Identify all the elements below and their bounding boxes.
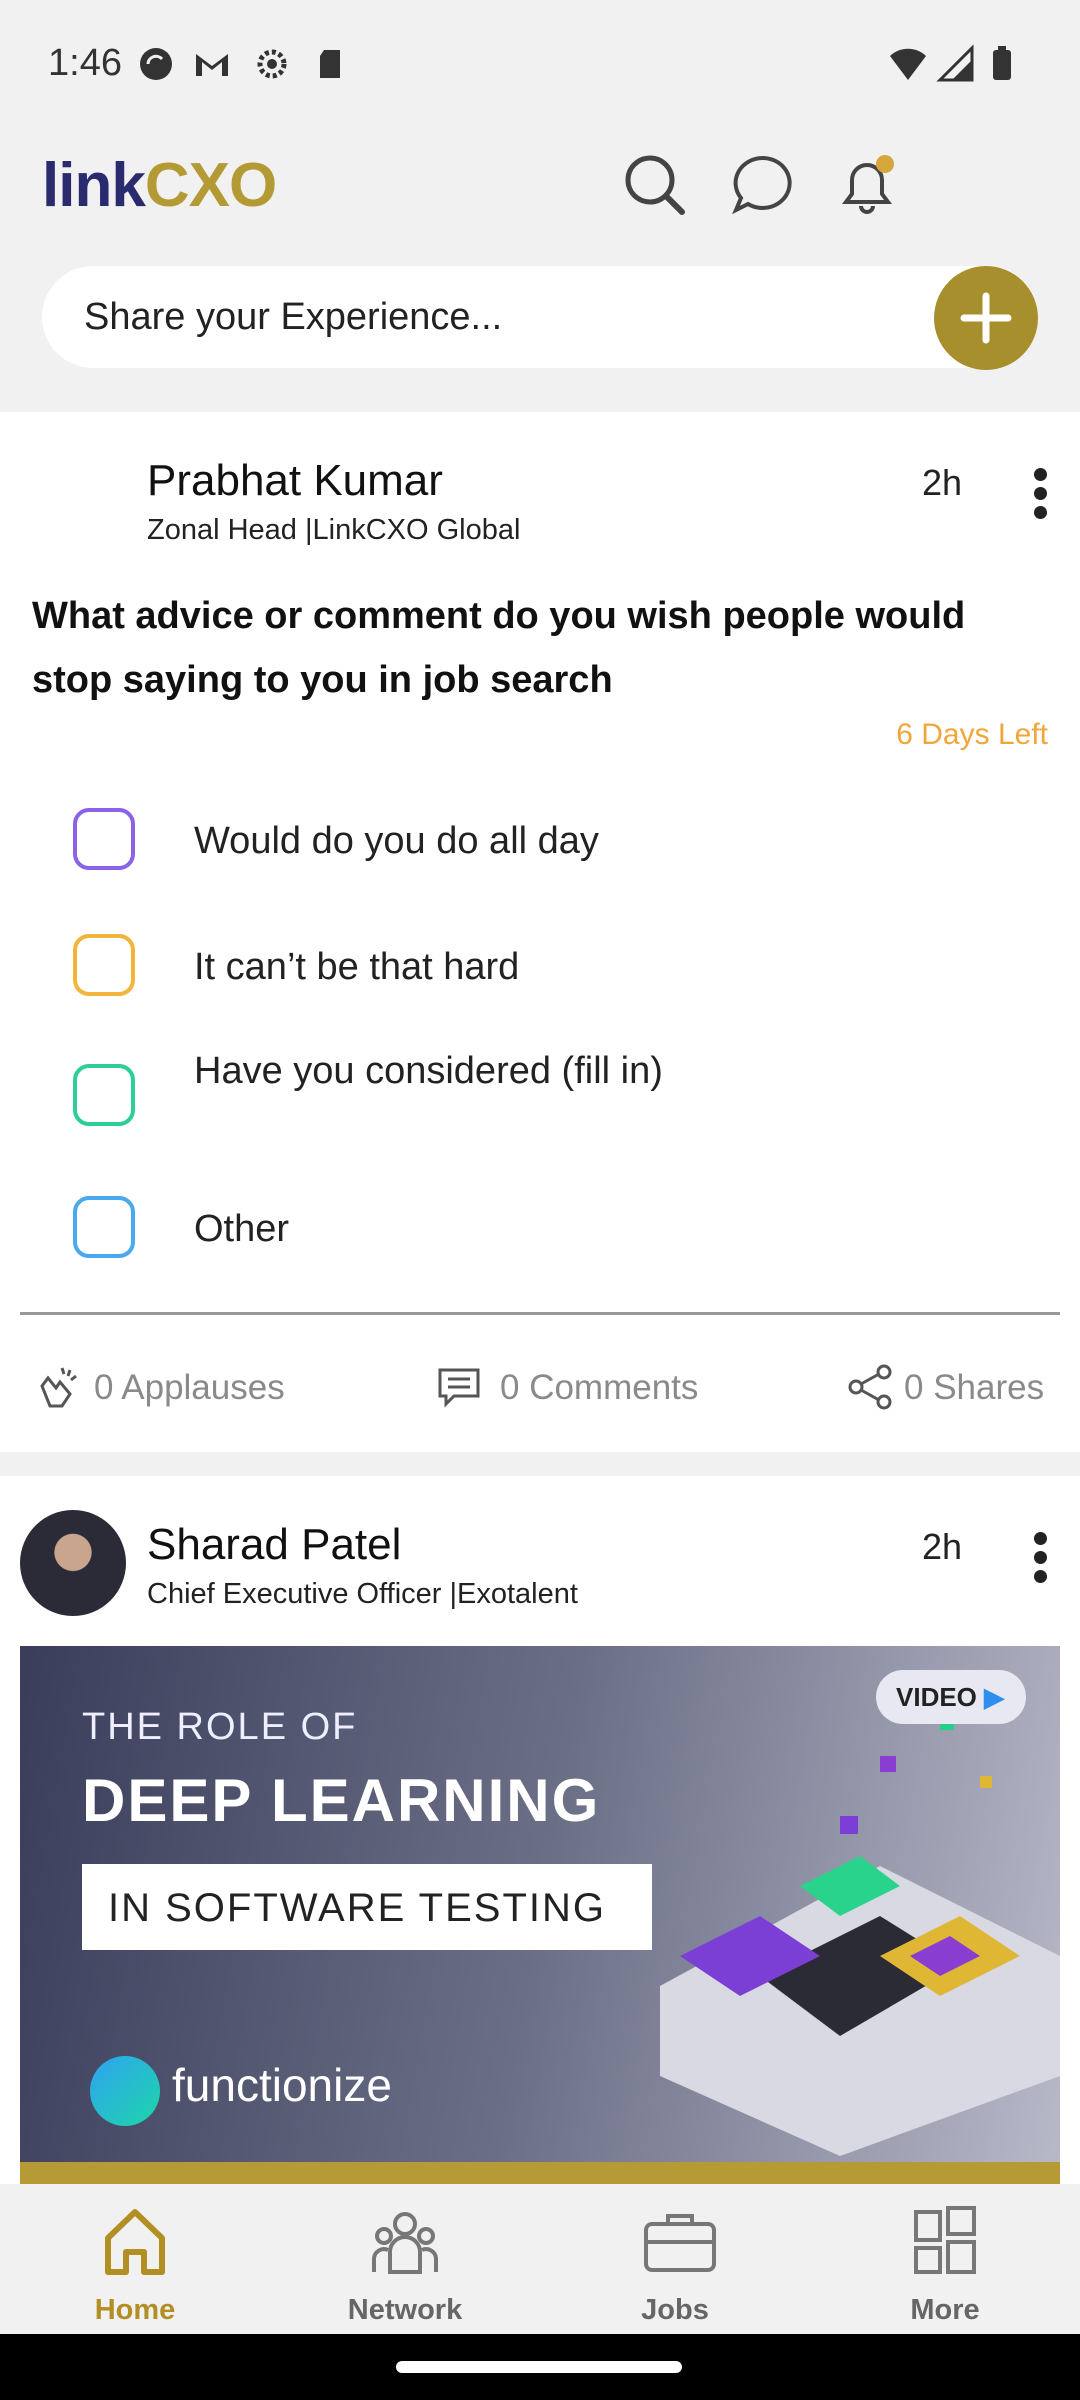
status-time: 1:46 xyxy=(48,42,122,84)
chat-icon[interactable] xyxy=(728,150,798,220)
divider xyxy=(20,1312,1060,1315)
banner-brand: functionize xyxy=(172,2059,392,2111)
post-time: 2h xyxy=(921,1526,962,1567)
applause-count[interactable]: 0 Applauses xyxy=(94,1368,285,1408)
share-icon[interactable] xyxy=(846,1362,896,1412)
poll-option-checkbox[interactable] xyxy=(73,808,135,870)
network-icon xyxy=(372,2212,438,2274)
banner-line-3-box: IN SOFTWARE TESTING xyxy=(82,1864,652,1950)
logo-text-cxo: CXO xyxy=(144,151,277,220)
poll-option-label[interactable]: Have you considered (fill in) xyxy=(194,1050,663,1093)
share-experience-placeholder: Share your Experience... xyxy=(84,296,503,338)
applause-icon[interactable] xyxy=(32,1362,82,1412)
comment-icon[interactable] xyxy=(434,1362,484,1412)
grid-icon xyxy=(914,2206,976,2274)
banner-art xyxy=(660,1696,1060,2156)
play-icon: ▶ xyxy=(984,1682,1005,1712)
comment-count[interactable]: 0 Comments xyxy=(500,1368,698,1408)
plus-icon xyxy=(960,292,1012,344)
poll-option-label[interactable]: Would do you do all day xyxy=(194,820,599,863)
search-icon[interactable] xyxy=(620,150,690,220)
functionize-logo-icon xyxy=(90,2056,160,2126)
notification-bell-icon[interactable] xyxy=(832,150,902,220)
briefcase-icon xyxy=(644,2214,716,2272)
poll-option-label[interactable]: Other xyxy=(194,1208,289,1251)
video-badge-label: VIDEO xyxy=(896,1682,977,1712)
nav-home-label: Home xyxy=(94,2294,176,2326)
banner-line-2: DEEP LEARNING xyxy=(82,1767,601,1834)
post-time: 2h xyxy=(921,462,962,503)
status-bar: 1:46 xyxy=(0,0,1080,130)
poll-days-left: 6 Days Left xyxy=(896,718,1048,751)
settings-icon xyxy=(257,49,287,79)
more-options-icon[interactable] xyxy=(1030,464,1050,524)
share-experience-bar[interactable]: Share your Experience... xyxy=(42,266,1038,370)
post-author-title: Chief Executive Officer |Exotalent xyxy=(147,1578,578,1610)
battery-icon xyxy=(993,46,1011,80)
nav-home[interactable]: Home xyxy=(0,2184,270,2334)
wifi-icon xyxy=(890,48,926,80)
sync-icon xyxy=(140,48,172,80)
signal-icon xyxy=(936,44,974,82)
home-icon xyxy=(105,2209,165,2275)
home-gesture-handle[interactable] xyxy=(396,2361,682,2373)
video-post-card: Sharad Patel Chief Executive Officer |Ex… xyxy=(0,1476,1080,2186)
nav-jobs[interactable]: Jobs xyxy=(540,2184,810,2334)
nav-jobs-label: Jobs xyxy=(641,2294,709,2326)
post-media-banner[interactable]: THE ROLE OF DEEP LEARNING IN SOFTWARE TE… xyxy=(20,1646,1060,2162)
poll-option-checkbox[interactable] xyxy=(73,1064,135,1126)
avatar[interactable] xyxy=(20,1510,126,1616)
nav-more[interactable]: More xyxy=(810,2184,1080,2334)
poll-option-checkbox[interactable] xyxy=(73,934,135,996)
nav-network-label: Network xyxy=(347,2294,463,2326)
post-author-name[interactable]: Prabhat Kumar xyxy=(147,456,443,506)
poll-question: What advice or comment do you wish peopl… xyxy=(32,595,966,701)
more-options-icon[interactable] xyxy=(1030,1528,1050,1588)
banner-line-3: IN SOFTWARE TESTING xyxy=(108,1886,607,1930)
banner-line-1: THE ROLE OF xyxy=(82,1706,358,1748)
banner-footer-strip xyxy=(20,2162,1060,2186)
nav-network[interactable]: Network xyxy=(270,2184,540,2334)
bottom-navigation: Home Network Jobs More xyxy=(0,2184,1080,2334)
poll-option-checkbox[interactable] xyxy=(73,1196,135,1258)
video-badge: VIDEO ▶ xyxy=(876,1670,1026,1724)
logo-text-link: link xyxy=(42,151,146,220)
poll-post-card: Prabhat Kumar Zonal Head |LinkCXO Global… xyxy=(0,412,1080,1452)
poll-option-label[interactable]: It can’t be that hard xyxy=(194,946,519,989)
gmail-icon xyxy=(196,54,228,76)
share-count[interactable]: 0 Shares xyxy=(904,1368,1044,1408)
app-logo: linkCXO xyxy=(42,150,277,221)
post-author-name[interactable]: Sharad Patel xyxy=(147,1520,401,1570)
sd-card-icon xyxy=(320,50,340,78)
post-author-title: Zonal Head |LinkCXO Global xyxy=(147,514,521,546)
add-post-button[interactable] xyxy=(934,266,1038,370)
nav-more-label: More xyxy=(910,2294,980,2326)
